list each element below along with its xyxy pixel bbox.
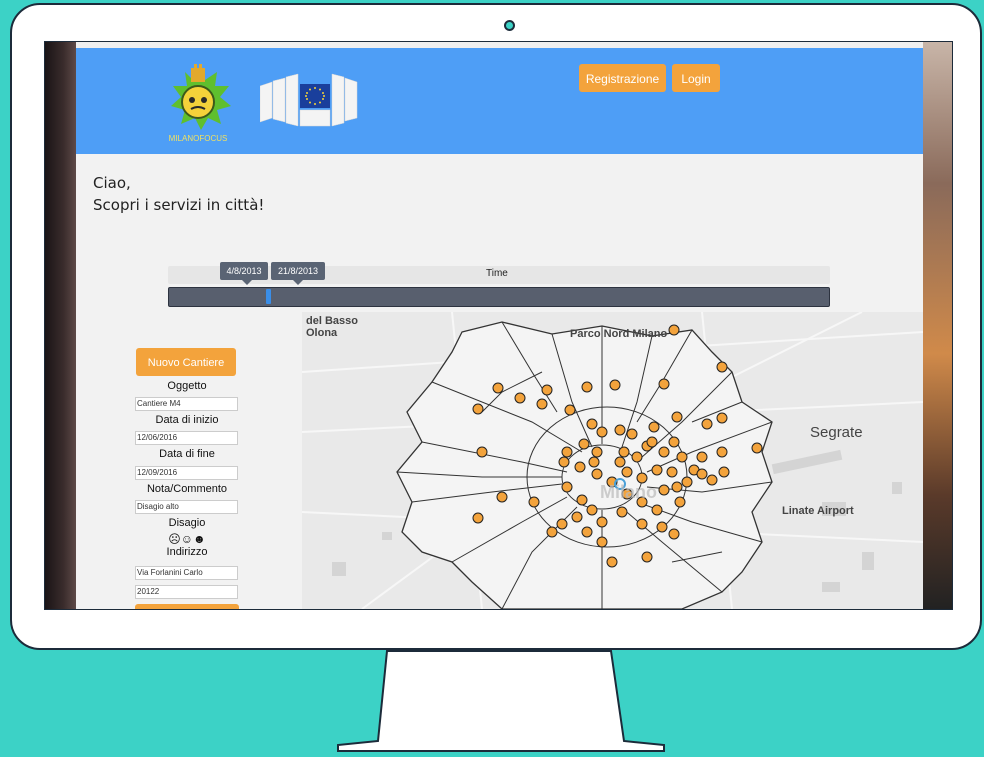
new-site-button[interactable]: Nuovo Cantiere — [136, 348, 236, 376]
address-field[interactable]: Via Forlanini Carlo — [135, 566, 238, 580]
login-button[interactable]: Login — [672, 64, 720, 92]
milanofocus-logo[interactable]: MILANOFOCUS — [163, 62, 233, 144]
timeline-handle[interactable] — [266, 289, 271, 304]
screen-edge-left — [45, 42, 76, 609]
note-label: Nota/Commento — [146, 483, 228, 495]
address-label: Indirizzo — [166, 546, 208, 558]
map-label-segrate: Segrate — [810, 424, 863, 441]
webcam-dot — [504, 20, 515, 31]
note-field[interactable]: Disagio alto — [135, 500, 238, 514]
eu-commission-logo — [260, 73, 358, 127]
timeline-start-tag: 4/8/2013 — [220, 262, 268, 285]
register-button[interactable]: Registrazione — [579, 64, 666, 92]
map-canvas[interactable]: del Basso Olona Parco Nord Milano Segrat… — [302, 312, 923, 609]
object-field[interactable]: Cantiere M4 — [135, 397, 238, 411]
start-date-field[interactable]: 12/06/2016 — [135, 431, 238, 445]
greeting-line-1: Ciao, — [93, 174, 131, 192]
logo-caption: MILANOFOCUS — [169, 134, 228, 143]
greeting-line-2: Scopri i servizi in città! — [93, 196, 265, 214]
end-date-field[interactable]: 12/09/2016 — [135, 466, 238, 480]
screen: MILANOFOCUS Registrazione Login Ciao, Sc… — [44, 41, 953, 610]
map-label-parco-nord: Parco Nord Milano — [570, 328, 667, 340]
zip-field[interactable]: 20122 — [135, 585, 238, 599]
map-label-milano: Milano — [600, 482, 657, 502]
map-label-linate: Linate Airport — [782, 505, 854, 517]
end-date-label: Data di fine — [159, 448, 215, 460]
city-map[interactable]: del Basso Olona Parco Nord Milano Segrat… — [302, 312, 923, 609]
start-date-label: Data di inizio — [155, 414, 219, 426]
map-label-del-basso: del Basso — [306, 315, 358, 327]
screen-edge-right — [923, 42, 952, 609]
disruption-faces-icon[interactable]: ☹☺☻ — [135, 532, 239, 546]
disruption-label: Disagio — [168, 517, 206, 529]
timeline-title: Time — [486, 268, 508, 279]
map-label-olona: Olona — [306, 327, 338, 339]
object-label: Oggetto — [167, 380, 207, 392]
submit-button-partial[interactable] — [135, 604, 239, 609]
timeline-end-tag: 21/8/2013 — [271, 262, 325, 285]
site-header: MILANOFOCUS Registrazione Login — [76, 48, 923, 154]
